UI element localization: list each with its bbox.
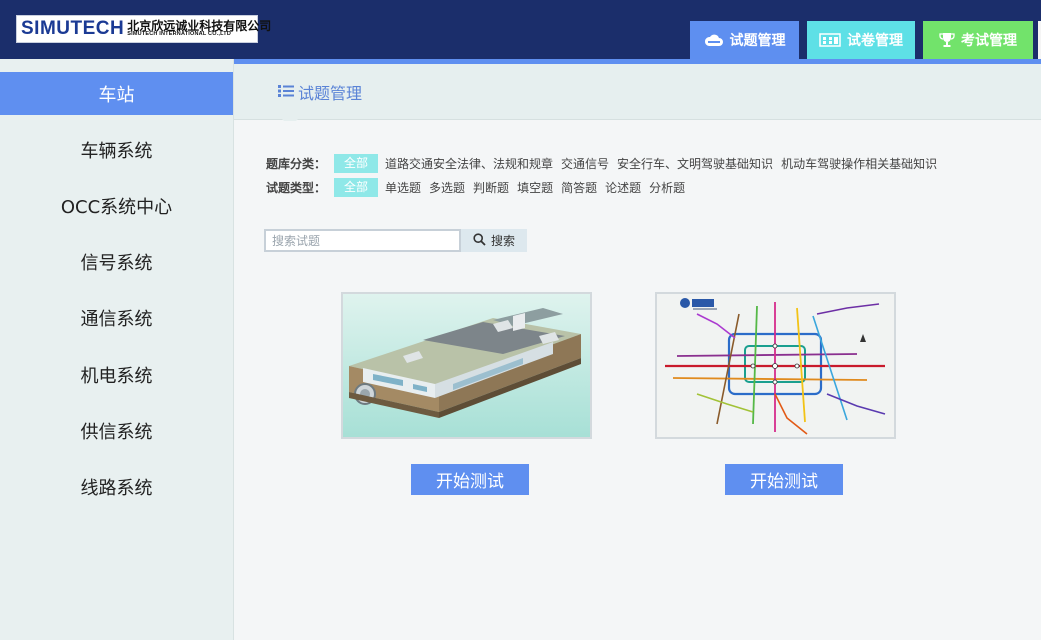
category-option[interactable]: 安全行车、文明驾驶基础知识 [617, 155, 773, 172]
sidebar-item-communication[interactable]: 通信系统 [0, 296, 233, 339]
tab-question-management[interactable]: 试题管理 [690, 21, 799, 59]
type-option[interactable]: 单选题 [385, 179, 421, 196]
sidebar-item-occ[interactable]: OCC系统中心 [0, 184, 233, 227]
type-option[interactable]: 论述题 [605, 179, 641, 196]
page-title-text: 试题管理 [298, 84, 363, 103]
category-filter-label: 题库分类： [266, 157, 327, 171]
sidebar-item-power[interactable]: 供信系统 [0, 409, 233, 452]
logo-brand: SIMUTECH [21, 18, 125, 39]
list-icon [278, 83, 294, 102]
category-all-chip[interactable]: 全部 [334, 154, 379, 173]
tab-label: 试题管理 [729, 33, 786, 49]
cloud-icon [704, 33, 724, 47]
type-option[interactable]: 分析题 [649, 179, 685, 196]
search-icon [473, 232, 486, 249]
sidebar-item-electromechanical[interactable]: 机电系统 [0, 353, 233, 396]
category-filter-row: 题库分类： 全部 道路交通安全法律、法规和规章 交通信号 安全行车、文明驾驶基础… [266, 154, 945, 173]
type-option[interactable]: 填空题 [517, 179, 553, 196]
type-option[interactable]: 简答题 [561, 179, 597, 196]
top-tabs: 试题管理 试卷管理 考试管理 [690, 21, 1033, 59]
type-all-chip[interactable]: 全部 [334, 178, 379, 197]
search-input[interactable] [264, 229, 461, 252]
tab-exam-management[interactable]: 考试管理 [923, 21, 1033, 59]
search-button-label: 搜索 [490, 234, 515, 248]
category-option[interactable]: 机动车驾驶操作相关基础知识 [781, 155, 937, 172]
sidebar-item-vehicle[interactable]: 车辆系统 [0, 128, 233, 171]
type-option[interactable]: 多选题 [429, 179, 465, 196]
logo-company-english: SIMUTECH INTERNATIONAL CO.,LTD [127, 31, 232, 38]
station-model-image[interactable] [341, 292, 592, 439]
tab-label: 考试管理 [961, 33, 1017, 49]
company-logo: SIMUTECH 北京欣远诚业科技有限公司 SIMUTECH INTERNATI… [16, 15, 271, 43]
top-header: SIMUTECH 北京欣远诚业科技有限公司 SIMUTECH INTERNATI… [0, 0, 1041, 59]
sidebar-item-signal[interactable]: 信号系统 [0, 240, 233, 283]
start-test-button[interactable]: 开始测试 [411, 464, 529, 495]
tab-label: 试卷管理 [847, 33, 903, 49]
type-option[interactable]: 判断题 [473, 179, 509, 196]
search-button[interactable]: 搜索 [461, 229, 527, 252]
sidebar-item-line[interactable]: 线路系统 [0, 465, 233, 508]
type-filter-row: 试题类型： 全部 单选题 多选题 判断题 填空题 简答题 论述题 分析题 [266, 178, 693, 197]
sidebar: 车站 车辆系统 OCC系统中心 信号系统 通信系统 机电系统 供信系统 线路系统 [0, 59, 234, 640]
start-test-button[interactable]: 开始测试 [725, 464, 843, 495]
page-title: 试题管理 [278, 80, 362, 104]
exam-paper-icon [819, 33, 841, 47]
type-filter-label: 试题类型： [266, 181, 327, 195]
trophy-icon [939, 32, 955, 48]
sidebar-item-station[interactable]: 车站 [0, 72, 233, 115]
category-option[interactable]: 交通信号 [561, 155, 609, 172]
tab-paper-management[interactable]: 试卷管理 [807, 21, 915, 59]
metro-map-image[interactable] [655, 292, 896, 439]
category-option[interactable]: 道路交通安全法律、法规和规章 [385, 155, 553, 172]
